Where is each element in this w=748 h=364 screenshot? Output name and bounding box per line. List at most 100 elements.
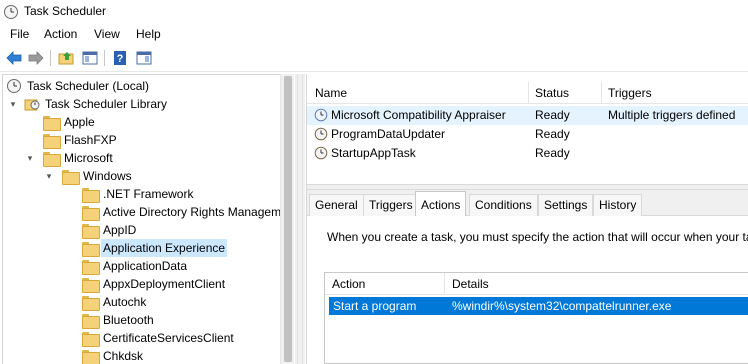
help-button[interactable]: ? <box>110 48 130 68</box>
task-name: ProgramDataUpdater <box>331 127 446 141</box>
actions-table-header: Action Details <box>325 273 748 295</box>
task-list-header: Name Status Triggers <box>307 82 748 104</box>
tab-triggers[interactable]: Triggers <box>363 194 419 216</box>
help-icon: ? <box>114 51 126 65</box>
folder-icon <box>82 296 100 312</box>
tree-item-chkdsk[interactable]: Chkdsk <box>3 347 283 364</box>
tree-item-flashfxp[interactable]: FlashFXP <box>3 131 283 149</box>
tree-item-label: AppID <box>103 223 137 237</box>
folder-icon <box>82 224 100 240</box>
folder-icon <box>43 152 61 168</box>
tab-general[interactable]: General <box>309 194 364 216</box>
task-properties-tabs: General Triggers Actions Conditions Sett… <box>307 190 748 217</box>
column-divider[interactable] <box>601 82 602 104</box>
folder-icon <box>82 188 100 204</box>
folder-icon <box>82 206 100 222</box>
tree-item-label: .NET Framework <box>103 187 194 201</box>
action-row[interactable]: Start a program %windir%\system32\compat… <box>329 297 748 315</box>
chevron-down-icon[interactable]: ▾ <box>8 95 18 113</box>
menu-file[interactable]: File <box>10 27 29 41</box>
task-row[interactable]: Microsoft Compatibility Appraiser Ready … <box>307 106 748 125</box>
folder-icon <box>82 260 100 276</box>
show-hide-console-tree-button[interactable] <box>80 48 100 68</box>
tree-item-windows[interactable]: ▾ Windows <box>3 167 283 185</box>
window-title: Task Scheduler <box>24 4 107 18</box>
folder-icon <box>82 332 100 348</box>
tab-conditions[interactable]: Conditions <box>469 194 538 216</box>
tab-settings[interactable]: Settings <box>538 194 594 216</box>
tree-item-appid[interactable]: AppID <box>3 221 283 239</box>
tree-item-label: Bluetooth <box>103 313 154 327</box>
tree-item-label: Apple <box>64 115 95 129</box>
folder-icon <box>82 278 100 294</box>
tree-item-apple[interactable]: Apple <box>3 113 283 131</box>
tree-item-certificateservicesclient[interactable]: CertificateServicesClient <box>3 329 283 347</box>
clock-icon <box>4 5 18 19</box>
task-status: Ready <box>535 146 570 160</box>
pane-splitter[interactable] <box>295 74 305 364</box>
column-header-action[interactable]: Action <box>332 277 365 291</box>
task-pane: Name Status Triggers Microsoft Compatibi… <box>306 74 748 364</box>
tab-actions[interactable]: Actions <box>415 191 467 217</box>
forward-button[interactable] <box>26 48 46 68</box>
tree-item-label: Active Directory Rights Managem <box>103 205 282 219</box>
show-hide-action-pane-button[interactable] <box>134 48 154 68</box>
tree-item-label: Chkdsk <box>103 349 144 363</box>
tree-item-microsoft[interactable]: ▾ Microsoft <box>3 149 283 167</box>
chevron-down-icon[interactable]: ▾ <box>25 149 35 167</box>
tree-item-label: ApplicationData <box>103 259 188 273</box>
splitter-grip <box>297 74 303 364</box>
task-status: Ready <box>535 108 570 122</box>
task-clock-icon <box>314 146 328 160</box>
scrollbar-thumb[interactable] <box>284 76 292 362</box>
console-tree[interactable]: Task Scheduler (Local) ▾ Task Scheduler … <box>2 74 294 364</box>
tree-item-task-scheduler-local[interactable]: Task Scheduler (Local) <box>3 77 283 95</box>
tree-item-label: AppxDeploymentClient <box>103 277 226 291</box>
menu-view[interactable]: View <box>94 27 120 41</box>
up-folder-button[interactable] <box>56 48 76 68</box>
action-details: %windir%\system32\compattelrunner.exe <box>452 299 672 313</box>
tree-scrollbar[interactable] <box>280 74 294 364</box>
tree-item-task-scheduler-library[interactable]: ▾ Task Scheduler Library <box>3 95 283 113</box>
menu-action[interactable]: Action <box>44 27 77 41</box>
tree-item-bluetooth[interactable]: Bluetooth <box>3 311 283 329</box>
up-folder-icon <box>58 52 74 65</box>
column-header-status[interactable]: Status <box>535 86 569 100</box>
tree-item-application-experience[interactable]: Application Experience <box>3 239 283 257</box>
back-button[interactable] <box>4 48 24 68</box>
task-clock-icon <box>314 127 328 141</box>
toolbar-separator <box>50 50 51 66</box>
tree-item-label: CertificateServicesClient <box>103 331 234 345</box>
folder-icon <box>62 170 80 186</box>
task-status: Ready <box>535 127 570 141</box>
task-row[interactable]: StartupAppTask Ready <box>307 144 748 163</box>
tree-item-active-directory-rights[interactable]: Active Directory Rights Managem <box>3 203 283 221</box>
toolbar-separator <box>104 50 105 66</box>
column-divider[interactable] <box>528 82 529 104</box>
tree-item-net-framework[interactable]: .NET Framework <box>3 185 283 203</box>
forward-arrow-icon <box>28 51 44 65</box>
column-header-name[interactable]: Name <box>315 86 347 100</box>
svg-text:?: ? <box>117 53 124 65</box>
actions-table[interactable]: Action Details Start a program %windir%\… <box>324 272 748 364</box>
column-divider[interactable] <box>444 273 445 295</box>
back-arrow-icon <box>6 51 22 65</box>
column-header-triggers[interactable]: Triggers <box>608 86 652 100</box>
folder-icon <box>82 350 100 364</box>
tree-item-autochk[interactable]: Autochk <box>3 293 283 311</box>
column-header-details[interactable]: Details <box>452 277 489 291</box>
chevron-down-icon[interactable]: ▾ <box>44 167 54 185</box>
menu-help[interactable]: Help <box>136 27 161 41</box>
tree-item-label: Windows <box>83 169 132 183</box>
actions-tab-panel: When you create a task, you must specify… <box>307 216 748 364</box>
folder-icon <box>43 134 61 150</box>
folder-icon <box>43 116 61 132</box>
tree-item-label: Autochk <box>103 295 147 309</box>
tree-item-appxdeploymentclient[interactable]: AppxDeploymentClient <box>3 275 283 293</box>
tab-history[interactable]: History <box>593 194 643 216</box>
actions-description: When you create a task, you must specify… <box>327 230 748 244</box>
task-row[interactable]: ProgramDataUpdater Ready <box>307 125 748 144</box>
toolbar: ? <box>0 44 748 72</box>
task-name: StartupAppTask <box>331 146 416 160</box>
tree-item-applicationdata[interactable]: ApplicationData <box>3 257 283 275</box>
